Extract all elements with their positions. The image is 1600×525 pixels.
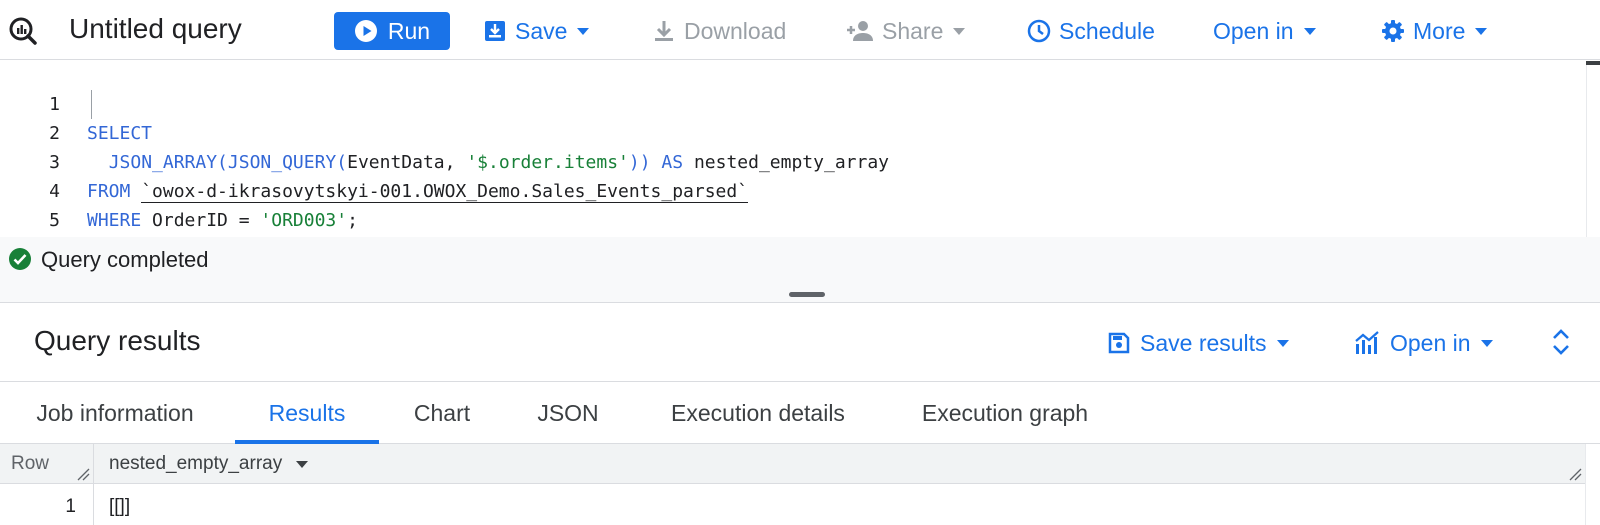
column-header-label: nested_empty_array [109,453,283,474]
tab-execution-graph[interactable]: Execution graph [902,383,1108,443]
pane-resize-handle[interactable] [789,292,825,297]
sql-editor[interactable]: 1 SELECT 2 JSON_ARRAY(JSON_QUERY(EventDa… [0,61,1600,260]
gear-icon [1382,20,1404,42]
editor-line: 5 [0,177,1580,231]
results-grid: Row nested_empty_array 1 [[]] [0,444,1600,525]
editor-scrollbar[interactable] [1586,61,1600,237]
tab-chart[interactable]: Chart [389,383,495,443]
results-tabs: Job information Results Chart JSON Execu… [0,383,1600,444]
table-row: 1 [[]] [0,484,1585,525]
more-button[interactable]: More [1381,12,1488,50]
run-button[interactable]: Run [334,12,450,50]
tab-execution-details[interactable]: Execution details [650,383,866,443]
column-header-row: Row [11,453,50,474]
download-button[interactable]: Download [652,12,786,50]
query-status-bar: Query completed [0,237,1600,303]
save-results-button[interactable]: Save results [1108,324,1289,362]
grid-header: Row nested_empty_array [0,444,1585,484]
editor-line: 4 WHERE OrderID = 'ORD003'; [0,148,1580,231]
bigquery-logo-icon [9,17,37,45]
column-resize-icon[interactable] [76,467,90,481]
status-message: Query completed [41,247,209,272]
open-in-label: Open in [1213,17,1294,44]
grid-scrollbar[interactable] [1585,444,1600,525]
chevron-down-icon [1475,27,1488,35]
download-label: Download [684,17,787,44]
scrollbar-thumb[interactable] [1586,61,1600,65]
editor-line: 1 SELECT [0,61,1580,144]
column-header-nested-empty-array[interactable]: nested_empty_array [109,453,309,475]
add-person-icon [847,21,873,41]
play-icon [354,20,377,42]
share-label: Share [882,17,944,44]
row-number: 1 [65,496,76,517]
editor-line: 6 [0,206,1580,260]
floppy-disk-icon [1108,332,1130,354]
sort-menu-icon[interactable] [296,460,309,468]
schedule-button[interactable]: Schedule [1027,12,1155,50]
share-button[interactable]: Share [846,12,966,50]
editor-line: 3 FROM `owox-d-ikrasovytskyi-001.OWOX_De… [0,119,1580,203]
chevron-down-icon [1276,339,1289,347]
analytics-chart-icon [1355,331,1379,354]
results-header: Query results Save results Open in [0,304,1600,382]
save-results-label: Save results [1140,329,1267,356]
schedule-label: Schedule [1059,17,1155,44]
save-icon [485,21,505,41]
editor-line: 2 JSON_ARRAY(JSON_QUERY(EventData, '$.or… [0,90,1580,173]
tab-json[interactable]: JSON [518,383,618,443]
chevron-down-icon [1480,339,1493,347]
column-resize-icon[interactable] [1568,467,1582,481]
results-title: Query results [34,325,201,356]
chevron-down-icon [1303,27,1316,35]
tab-job-information[interactable]: Job information [0,383,230,443]
tab-results[interactable]: Results [235,383,379,444]
query-toolbar: Untitled query Run Save Download Share S… [0,0,1600,60]
more-label: More [1413,17,1466,44]
run-label: Run [387,17,431,44]
chevron-down-icon [577,27,590,35]
save-label: Save [515,17,568,44]
results-open-in-button[interactable]: Open in [1354,324,1493,362]
cell-value[interactable]: [[]] [109,496,130,518]
results-open-in-label: Open in [1390,329,1471,356]
chevron-down-icon [953,27,966,35]
query-title[interactable]: Untitled query [69,13,242,45]
check-circle-icon [9,248,31,270]
download-icon [655,21,673,41]
clock-icon [1027,19,1051,43]
expand-collapse-icon[interactable] [1548,324,1574,360]
open-in-button[interactable]: Open in [1213,12,1316,50]
save-button[interactable]: Save [483,12,590,50]
